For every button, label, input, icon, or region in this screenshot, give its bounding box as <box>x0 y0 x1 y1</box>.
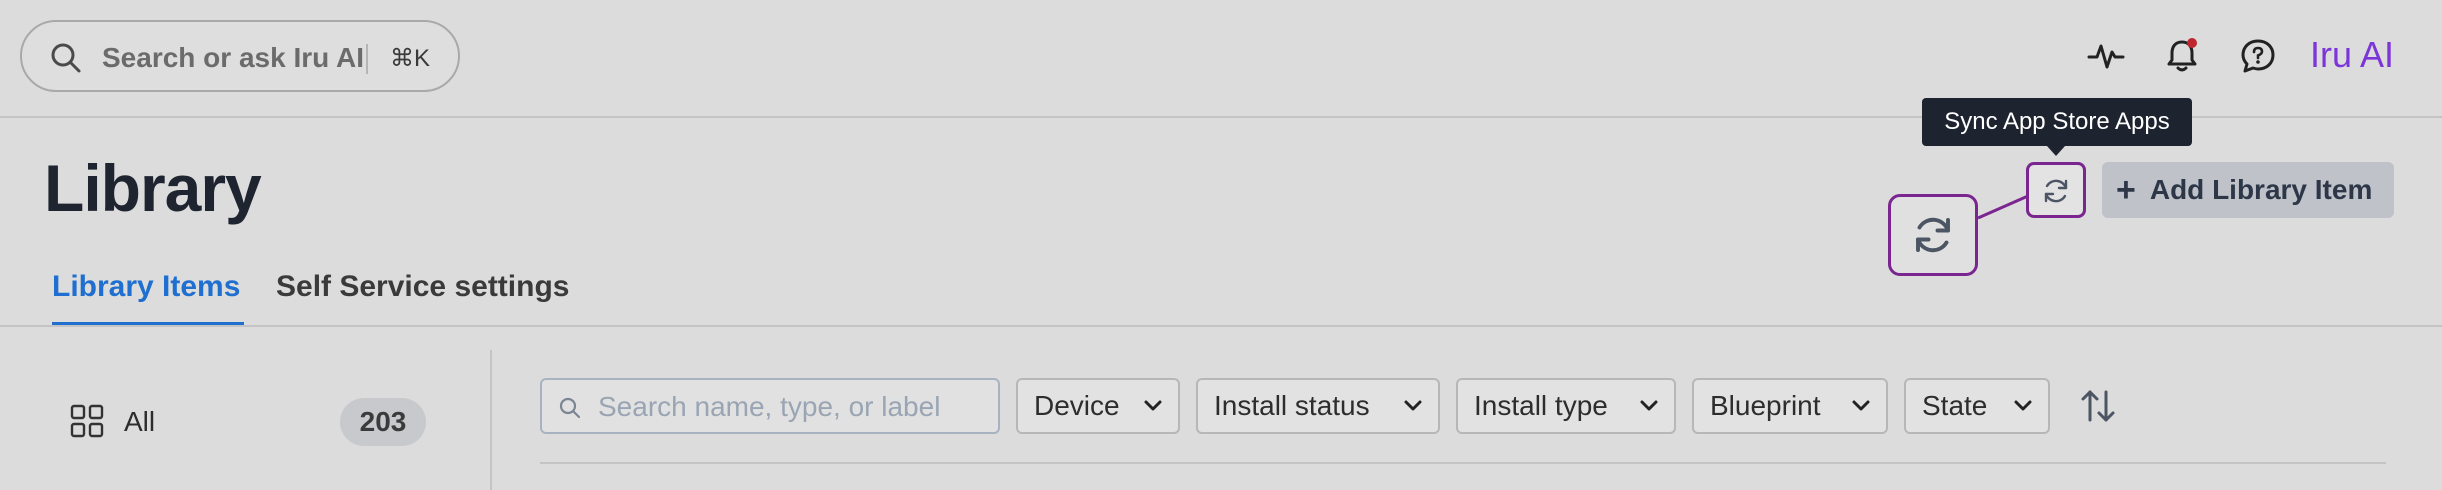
dropdown-label: Device <box>1034 390 1120 421</box>
tabs-divider <box>0 325 2442 327</box>
activity-icon[interactable] <box>2086 36 2126 76</box>
filter-install-type-dropdown[interactable]: Install type <box>1456 378 1676 434</box>
chevron-down-icon <box>1144 400 1162 411</box>
sidebar-item-all[interactable]: All 203 <box>70 398 430 450</box>
iru-ai-link[interactable]: Iru AI <box>2310 34 2394 76</box>
dropdown-label: Blueprint <box>1710 390 1821 421</box>
search-icon <box>51 43 81 73</box>
filter-device-dropdown[interactable]: Device <box>1016 378 1180 434</box>
sync-icon-enlarged <box>1916 217 1950 253</box>
filter-state-dropdown[interactable]: State <box>1904 378 2050 434</box>
grid-icon <box>70 404 104 438</box>
sync-icon <box>2044 179 2068 203</box>
filter-blueprint-dropdown[interactable]: Blueprint <box>1692 378 1888 434</box>
chevron-down-icon <box>1852 400 1870 411</box>
global-search[interactable]: Search or ask Iru AI ⌘K <box>20 20 460 92</box>
add-library-item-button[interactable]: + Add Library Item <box>2102 162 2394 218</box>
bell-icon[interactable] <box>2162 36 2202 76</box>
library-search-field[interactable] <box>540 378 1000 434</box>
search-shortcut: ⌘K <box>390 45 431 72</box>
filter-install-status-dropdown[interactable]: Install status <box>1196 378 1440 434</box>
dropdown-label: State <box>1922 390 1988 421</box>
list-header-divider <box>540 462 2386 464</box>
sort-icon[interactable] <box>2080 386 2116 426</box>
notification-dot <box>2187 38 2197 48</box>
sidebar-item-label: All <box>124 406 156 437</box>
chevron-down-icon <box>2014 400 2032 411</box>
sync-app-store-apps-button[interactable] <box>2026 162 2086 218</box>
plus-icon: + <box>2116 170 2136 209</box>
chat-help-icon[interactable] <box>2238 36 2278 76</box>
sidebar-divider <box>490 350 492 490</box>
tab-library-items[interactable]: Library Items <box>52 270 240 304</box>
sync-icon-zoom-callout <box>1888 194 1978 276</box>
page-title: Library <box>44 151 262 225</box>
dropdown-label: Install status <box>1214 390 1370 421</box>
tab-self-service-settings[interactable]: Self Service settings <box>276 270 569 304</box>
dropdown-label: Install type <box>1474 390 1608 421</box>
global-search-placeholder: Search or ask Iru AI <box>102 42 364 73</box>
item-count-badge: 203 <box>340 398 426 446</box>
tooltip-arrow <box>2047 146 2065 156</box>
library-search-input[interactable] <box>596 388 990 426</box>
search-icon <box>559 397 581 419</box>
chevron-down-icon <box>1640 400 1658 411</box>
chevron-down-icon <box>1404 400 1422 411</box>
search-divider <box>366 44 368 74</box>
sync-tooltip: Sync App Store Apps <box>1922 98 2192 146</box>
add-library-item-label: Add Library Item <box>2149 174 2373 205</box>
